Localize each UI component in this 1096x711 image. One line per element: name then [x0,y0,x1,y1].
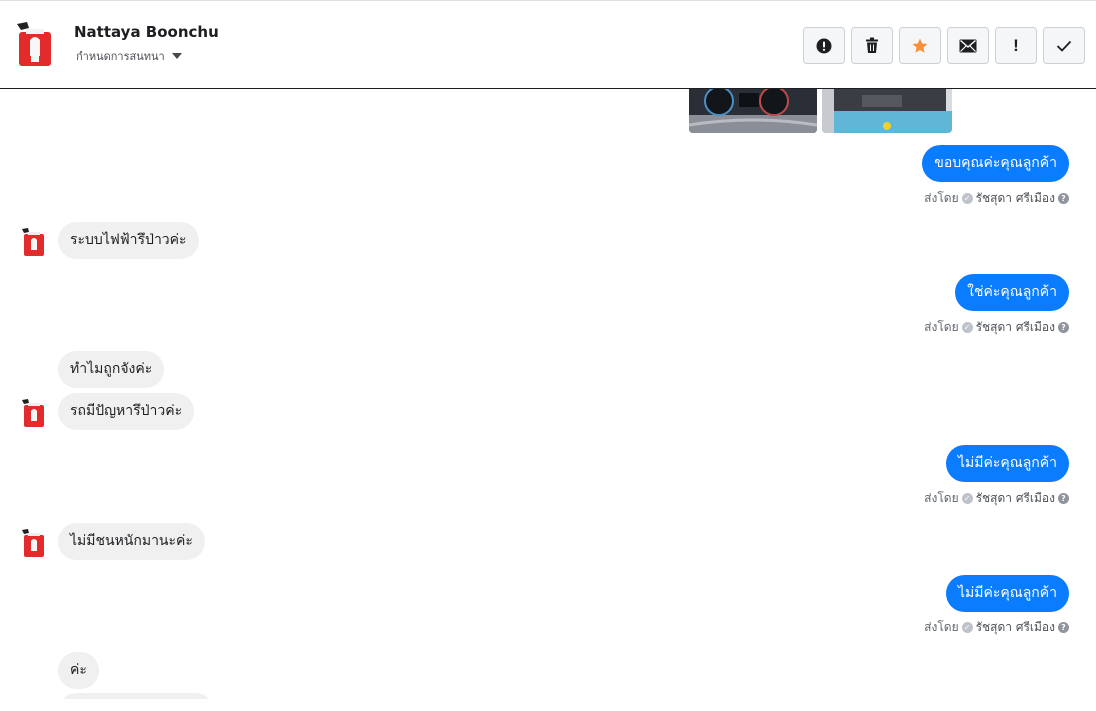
contact-avatar[interactable] [13,20,57,68]
attachment-image[interactable] [689,89,817,133]
sent-by-line: ส่งโดย ✓ รัชสุดา ศรีเมือง ? [924,618,1069,637]
exclamation-icon: ! [1013,35,1019,55]
help-icon[interactable]: ? [1058,493,1069,504]
sent-by-label: ส่งโดย [924,191,959,205]
follow-up-button[interactable]: ! [995,27,1037,64]
conversation-toolbar: ! [803,27,1085,64]
agent-name[interactable]: รัชสุดา ศรีเมือง [976,189,1055,208]
outgoing-message-bubble[interactable]: ไม่มีค่ะคุณลูกค้า [945,575,1069,612]
envelope-icon [959,39,977,52]
incoming-message-bubble[interactable]: ทำไมถูกจังค่ะ [58,351,165,388]
agent-status-icon: ✓ [961,193,973,204]
agent-name[interactable]: รัชสุดา ศรีเมือง [976,618,1055,637]
assign-conversation-dropdown[interactable]: กำหนดการสนทนา [76,47,182,65]
star-shape [912,38,928,53]
sent-by-line: ส่งโดย ✓ รัชสุดา ศรีเมือง ? [924,189,1069,208]
incoming-message-bubble-partial[interactable] [58,693,214,699]
contact-name[interactable]: Nattaya Boonchu [74,23,219,41]
exclamation-circle-icon [816,38,832,53]
checkmark-icon [1056,40,1072,52]
contact-avatar-small[interactable] [20,398,48,428]
sent-by-line: ส่งโดย ✓ รัชสุดา ศรีเมือง ? [924,318,1069,337]
star-button[interactable] [899,27,941,64]
incoming-message-bubble[interactable]: รถมีปัญหารึป่าวค่ะ [58,393,195,430]
caret-down-icon [171,53,182,59]
attachment-image[interactable] [822,89,952,133]
contact-avatar-small[interactable] [20,227,48,257]
outgoing-message-bubble[interactable]: ไม่มีค่ะคุณลูกค้า [945,445,1069,482]
sent-by-label: ส่งโดย [924,620,959,634]
incoming-message-bubble[interactable]: ไม่มีชนหนักมานะค่ะ [58,523,205,560]
sent-by-line: ส่งโดย ✓ รัชสุดา ศรีเมือง ? [924,489,1069,508]
help-icon[interactable]: ? [1058,622,1069,633]
incoming-message-bubble[interactable]: ค่ะ [58,652,99,689]
message-thread[interactable]: ขอบคุณค่ะคุณลูกค้า ส่งโดย ✓ รัชสุดา ศรีเ… [0,89,1096,699]
mark-done-button[interactable] [1043,27,1085,64]
mark-unread-button[interactable] [947,27,989,64]
trash-icon [866,37,878,53]
engine-photo [822,89,952,133]
agent-status-icon: ✓ [961,322,973,333]
assign-conversation-label: กำหนดการสนทนา [76,50,165,63]
contact-avatar-small[interactable] [20,528,48,558]
help-icon[interactable]: ? [1058,322,1069,333]
star-icon [912,38,928,53]
agent-name[interactable]: รัชสุดา ศรีเมือง [976,318,1055,337]
outgoing-message-bubble[interactable]: ขอบคุณค่ะคุณลูกค้า [922,145,1069,182]
dashboard-photo [689,89,817,133]
spam-button[interactable] [803,27,845,64]
help-icon[interactable]: ? [1058,193,1069,204]
agent-name[interactable]: รัชสุดา ศรีเมือง [976,489,1055,508]
incoming-message-bubble[interactable]: ระบบไฟฟ้ารึป่าวค่ะ [58,222,199,259]
agent-status-icon: ✓ [961,622,973,633]
outgoing-message-bubble[interactable]: ใช่ค่ะคุณลูกค้า [955,274,1069,311]
conversation-header: Nattaya Boonchu กำหนดการสนทนา ! [0,0,1096,89]
sent-by-label: ส่งโดย [924,491,959,505]
sent-by-label: ส่งโดย [924,320,959,334]
agent-status-icon: ✓ [961,493,973,504]
delete-button[interactable] [851,27,893,64]
